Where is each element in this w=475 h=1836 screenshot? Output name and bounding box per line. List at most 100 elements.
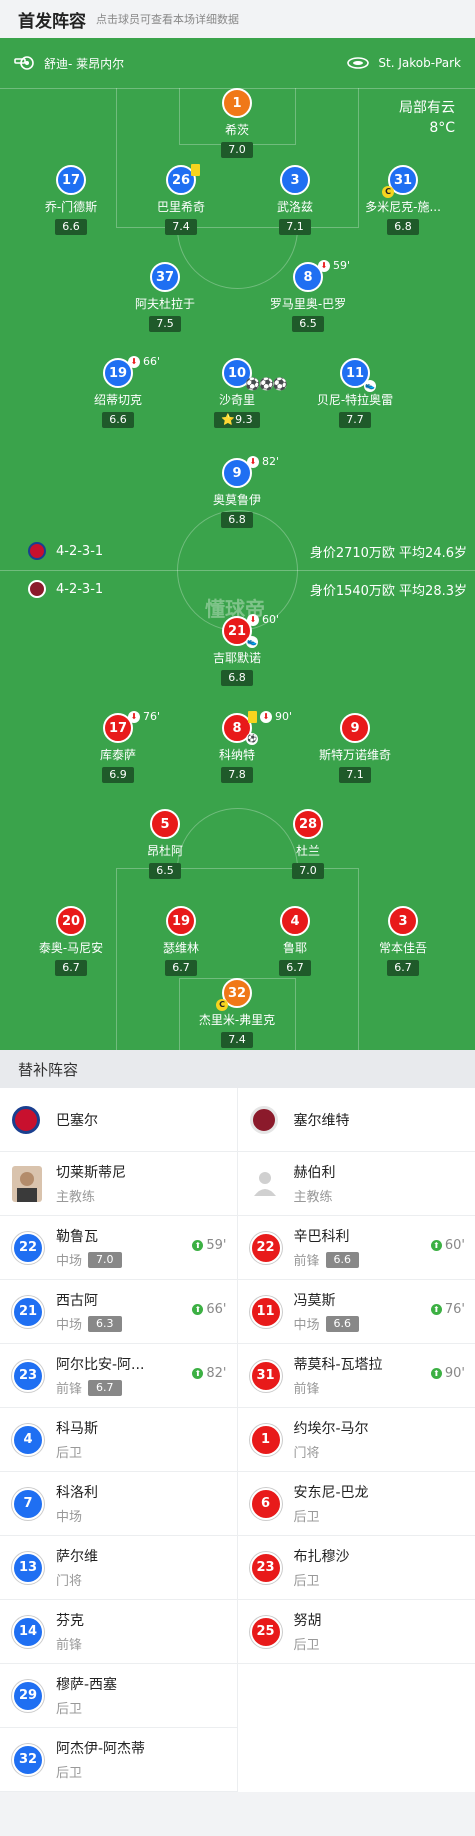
player-number: 6 xyxy=(249,1487,282,1520)
home-player-10[interactable]: 10 沙奇里 ⭐9.3 xyxy=(177,358,297,428)
sub-time: 60' xyxy=(444,1238,465,1253)
away-player-20[interactable]: 20 泰奥-马尼安 6.7 xyxy=(11,906,131,976)
sub-player-row[interactable]: 31 蒂莫科-瓦塔拉 前锋 ⬆ 90' xyxy=(237,1344,475,1408)
goal-ball-icons: ⚽⚽⚽ xyxy=(245,377,288,391)
player-rating: 6.3 xyxy=(88,1315,122,1332)
player-number: 37 xyxy=(150,262,180,292)
player-name: 勒鲁瓦 xyxy=(56,1229,98,1245)
subs-title: 替补阵容 xyxy=(0,1050,475,1088)
player-name: 安东尼-巴龙 xyxy=(293,1485,369,1501)
home-player-1[interactable]: 1 希茨 7.0 xyxy=(177,88,297,158)
away-formation-text: 4-2-3-1 xyxy=(56,581,104,597)
sub-player-row[interactable]: 22 勒鲁瓦 中场 7.0 ⬆ 59' xyxy=(0,1216,237,1280)
player-name: 蒂莫科-瓦塔拉 xyxy=(293,1357,383,1373)
coach-placeholder-icon xyxy=(253,1171,276,1196)
player-number: 29 xyxy=(12,1679,44,1712)
player-name: 武洛兹 xyxy=(276,200,313,214)
player-name: 多米尼克-施... xyxy=(365,200,441,214)
away-coach-row[interactable]: 赫伯利 主教练 xyxy=(237,1152,475,1216)
sub-player-row[interactable]: 29 穆萨-西塞 后卫 xyxy=(0,1664,237,1728)
player-number: 1 xyxy=(222,88,252,118)
home-squad-value: 身价2710万欧 平均24.6岁 xyxy=(309,546,467,561)
player-name: 奥莫鲁伊 xyxy=(212,493,261,507)
player-name: 希茨 xyxy=(224,123,249,137)
away-player-8[interactable]: 8 科纳特 7.8 xyxy=(177,713,297,783)
sub-off-icon: ⬇ xyxy=(128,711,140,723)
sub-player-row[interactable]: 1 约埃尔-马尔 门将 xyxy=(237,1408,475,1472)
sub-player-row[interactable]: 22 辛巴科利 前锋 6.6 ⬆ 60' xyxy=(237,1216,475,1280)
player-number: 3 xyxy=(388,906,418,936)
player-name: 常本佳吾 xyxy=(378,941,427,955)
page-subtitle: 点击球员可查看本场详细数据 xyxy=(96,13,239,26)
sub-on-icon: ⬆ xyxy=(430,1304,442,1315)
sub-player-row[interactable]: 11 冯莫斯 中场 6.6 ⬆ 76' xyxy=(237,1280,475,1344)
sub-player-row[interactable]: 25 努胡 后卫 xyxy=(237,1600,475,1664)
home-player-17[interactable]: 17 乔-门德斯 6.6 xyxy=(11,165,131,235)
player-rating: 6.7 xyxy=(55,960,87,976)
player-rating: 6.6 xyxy=(325,1251,360,1268)
sub-time: 76' xyxy=(143,710,161,723)
home-coach-row[interactable]: 切莱斯蒂尼 主教练 xyxy=(0,1152,237,1216)
away-player-32[interactable]: 32 杰里米-弗里克 7.4 xyxy=(177,978,297,1048)
home-player-11[interactable]: 11 贝尼-特拉奥雷 7.7 xyxy=(295,358,415,428)
player-name: 吉耶默诺 xyxy=(212,651,261,665)
servette-logo-icon xyxy=(28,580,46,598)
player-rating: 7.1 xyxy=(279,219,311,235)
sub-player-row[interactable]: 21 西古阿 中场 6.3 ⬆ 66' xyxy=(0,1280,237,1344)
sub-off-icon: ⬇ xyxy=(247,614,259,626)
sub-player-row[interactable]: 23 阿尔比安-阿... 前锋 6.7 ⬆ 82' xyxy=(0,1344,237,1408)
sub-player-row[interactable]: 13 萨尔维 门将 xyxy=(0,1536,237,1600)
player-name: 芬克 xyxy=(56,1613,84,1629)
home-player-31[interactable]: 31 多米尼克-施... 6.8 xyxy=(343,165,463,235)
home-player-3[interactable]: 3 武洛兹 7.1 xyxy=(235,165,355,235)
sub-off-icon: ⬇ xyxy=(318,260,330,272)
away-player-5[interactable]: 5 昂杜阿 6.5 xyxy=(105,809,225,879)
sub-on-icon: ⬆ xyxy=(192,1368,204,1379)
sub-player-row[interactable]: 32 阿杰伊-阿杰蒂 后卫 xyxy=(0,1728,237,1792)
player-position: 中场 xyxy=(56,1318,83,1333)
whistle-icon xyxy=(14,56,34,70)
player-number: 23 xyxy=(12,1359,44,1392)
home-player-37[interactable]: 37 阿夫杜拉于 7.5 xyxy=(105,262,225,332)
away-player-21[interactable]: 21 吉耶默诺 6.8 xyxy=(177,616,297,686)
player-position: 后卫 xyxy=(56,1446,83,1461)
away-player-4[interactable]: 4 鲁耶 6.7 xyxy=(235,906,355,976)
weather-text: 局部有云 xyxy=(399,100,455,116)
pitch: 舒迪- 莱昂内尔 St. Jakob-Park 局部有云 8°C 懂球帝 4-2… xyxy=(0,38,475,1050)
home-formation-text: 4-2-3-1 xyxy=(56,543,104,559)
player-rating: 6.7 xyxy=(279,960,311,976)
stadium-name: St. Jakob-Park xyxy=(378,56,461,70)
home-player-8[interactable]: 8 罗马里奥-巴罗 6.5 xyxy=(248,262,368,332)
away-player-17[interactable]: 17 库泰萨 6.9 xyxy=(58,713,178,783)
player-name: 贝尼-特拉奥雷 xyxy=(316,393,394,407)
player-number: 11 xyxy=(249,1295,282,1328)
servette-logo-icon xyxy=(249,1105,278,1134)
player-rating: 7.0 xyxy=(221,142,253,158)
sub-player-row[interactable]: 7 科洛利 中场 xyxy=(0,1472,237,1536)
away-player-3[interactable]: 3 常本佳吾 6.7 xyxy=(343,906,463,976)
home-team-row[interactable]: 巴塞尔 xyxy=(0,1088,237,1152)
home-player-19[interactable]: 19 绍蒂切克 6.6 xyxy=(58,358,178,428)
sub-time: 76' xyxy=(444,1302,465,1317)
basel-logo-icon xyxy=(12,1105,40,1134)
away-player-19[interactable]: 19 瑟维林 6.7 xyxy=(121,906,241,976)
home-player-26[interactable]: 26 巴里希奇 7.4 xyxy=(121,165,241,235)
sub-player-row[interactable]: 14 芬克 前锋 xyxy=(0,1600,237,1664)
away-player-9[interactable]: 9 斯特万诺维奇 7.1 xyxy=(295,713,415,783)
away-subs-column: 塞尔维特 赫伯利 主教练 22 辛巴科利 前锋 6.6 ⬆ 60' 11 冯莫斯 中场… xyxy=(237,1088,475,1792)
player-name: 辛巴科利 xyxy=(293,1229,350,1245)
captain-icon: C xyxy=(382,186,394,198)
sub-player-row[interactable]: 23 布扎穆沙 后卫 xyxy=(237,1536,475,1600)
player-number: 25 xyxy=(249,1615,282,1648)
away-player-28[interactable]: 28 杜兰 7.0 xyxy=(248,809,368,879)
player-number: 31 xyxy=(249,1359,282,1392)
player-name: 阿杰伊-阿杰蒂 xyxy=(56,1741,146,1757)
home-player-9[interactable]: 9 奥莫鲁伊 6.8 xyxy=(177,458,297,528)
sub-player-row[interactable]: 6 安东尼-巴龙 后卫 xyxy=(237,1472,475,1536)
player-position: 前锋 xyxy=(293,1382,320,1397)
away-team-row[interactable]: 塞尔维特 xyxy=(237,1088,475,1152)
sub-time: 90' xyxy=(275,710,293,723)
player-name: 科纳特 xyxy=(218,748,255,762)
sub-player-row[interactable]: 4 科马斯 后卫 xyxy=(0,1408,237,1472)
player-name: 昂杜阿 xyxy=(146,844,183,858)
